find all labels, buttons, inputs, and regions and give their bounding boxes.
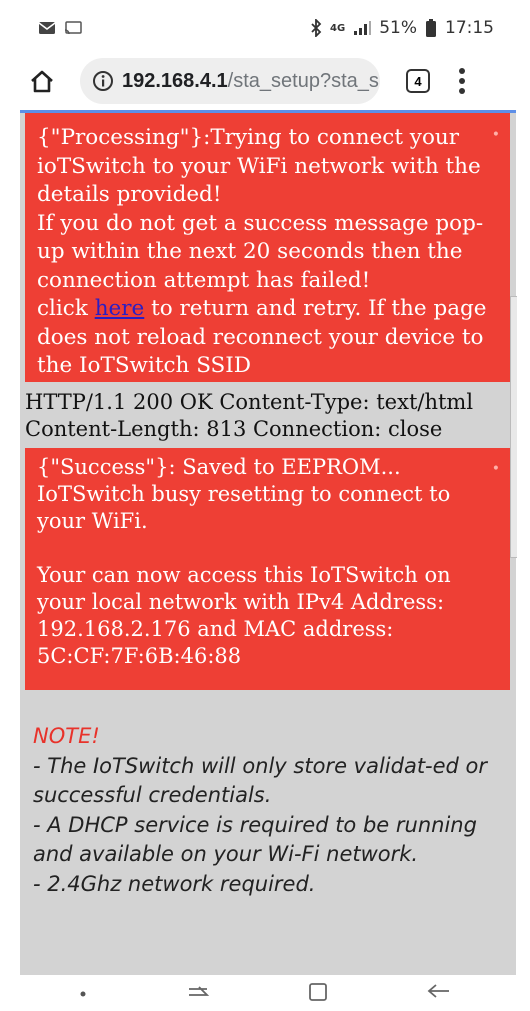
processing-prefix: click <box>37 296 95 321</box>
url-path: /sta_setup?sta_s <box>227 69 379 92</box>
note-title: NOTE! <box>33 724 100 748</box>
success-alert: • {"Success"}: Saved to EEPROM... IoTSwi… <box>25 448 510 690</box>
recent-apps-icon[interactable] <box>185 983 211 1003</box>
note-item: - A DHCP service is required to be runni… <box>33 812 477 867</box>
home-square-icon[interactable] <box>307 981 329 1005</box>
status-left <box>38 21 82 35</box>
note-item: - 2.4Ghz network required. <box>33 871 316 896</box>
processing-line-1: {"Processing"}:Trying to connect your io… <box>37 125 481 207</box>
retry-link[interactable]: here <box>95 296 145 321</box>
signal-icon <box>353 20 372 36</box>
success-line-1: {"Success"}: Saved to EEPROM... IoTSwitc… <box>37 455 451 533</box>
home-button[interactable] <box>24 63 60 99</box>
dot-icon[interactable] <box>78 984 88 1003</box>
processing-line-2: If you do not get a success message pop-… <box>37 210 484 293</box>
battery-icon <box>425 19 437 37</box>
network-type: 4G <box>330 22 346 34</box>
menu-dot-icon <box>459 78 465 84</box>
tab-switcher-button[interactable]: 4 <box>406 69 430 93</box>
http-header-text: HTTP/1.1 200 OK Content-Type: text/html … <box>25 390 474 441</box>
scrollbar-thumb[interactable] <box>510 296 517 558</box>
battery-percent: 51% <box>379 18 417 38</box>
bluetooth-icon <box>310 19 322 37</box>
success-line-2: Your can now access this IoTSwitch on yo… <box>37 563 451 668</box>
processing-line-3: click here to return and retry. If the p… <box>37 295 498 381</box>
web-content: • {"Processing"}:Trying to connect your … <box>20 113 516 975</box>
clock: 17:15 <box>445 18 494 38</box>
status-bar: 4G 51% 17:15 <box>0 0 530 56</box>
note-item: - The IoTSwitch will only store validat-… <box>33 753 488 808</box>
overflow-menu-button[interactable] <box>458 68 466 94</box>
system-nav-bar <box>0 975 530 1011</box>
home-icon <box>31 70 53 93</box>
info-icon[interactable] <box>92 70 114 92</box>
close-icon[interactable]: • <box>492 121 500 150</box>
close-icon[interactable]: • <box>492 456 500 483</box>
url-host: 192.168.4.1 <box>122 69 228 92</box>
status-right: 4G 51% 17:15 <box>310 18 494 38</box>
address-bar: 192.168.4.1/sta_setup?sta_s 4 <box>0 56 530 106</box>
processing-alert: • {"Processing"}:Trying to connect your … <box>25 113 510 382</box>
menu-dot-icon <box>459 88 465 94</box>
message-icon <box>38 21 56 35</box>
note-section: NOTE! - The IoTSwitch will only store va… <box>33 722 503 899</box>
back-icon[interactable] <box>426 982 452 1004</box>
menu-dot-icon <box>459 68 465 74</box>
tab-count: 4 <box>414 73 422 89</box>
cast-icon <box>64 21 82 35</box>
url-field[interactable]: 192.168.4.1/sta_setup?sta_s <box>80 58 380 104</box>
